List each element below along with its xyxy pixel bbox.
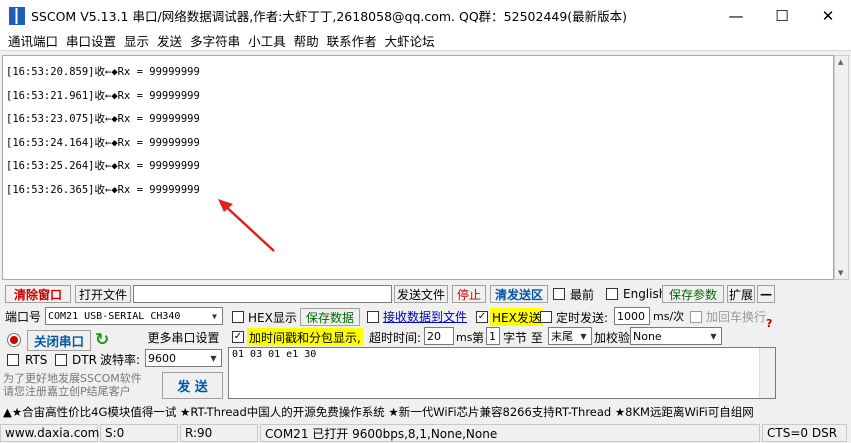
log-line: [16:53:24.164]收←◆Rx = 99999999 xyxy=(6,136,200,149)
timeout-unit: ms xyxy=(456,330,473,344)
close-port-button[interactable]: 关闭串口 xyxy=(27,330,91,351)
byte-mid-label: 字节 至 xyxy=(503,330,543,345)
output-scrollbar[interactable]: ▲ ▼ xyxy=(834,55,849,280)
recv-to-file-label[interactable]: 接收数据到文件 xyxy=(383,307,467,325)
send-text: 01 03 01 e1 30 xyxy=(232,349,317,360)
help-icon[interactable]: ? xyxy=(766,314,772,332)
menu-contact-author[interactable]: 联系作者 xyxy=(323,31,381,50)
dtr-label: DTR xyxy=(72,353,97,367)
ad-marquee[interactable]: ▲★合宙高性价比4G模块值得一试 ★RT-Thread中国人的开源免费操作系统 … xyxy=(0,403,851,421)
hex-display-label: HEX显示 xyxy=(248,310,297,325)
byte-index-input[interactable]: 1 xyxy=(486,327,500,345)
timestamp-label: 加时间戳和分包显示, xyxy=(247,328,363,346)
byte-prefix: 第 xyxy=(472,330,485,345)
app-icon xyxy=(9,6,25,25)
open-file-button[interactable]: 打开文件 xyxy=(75,285,131,303)
log-line: [16:53:25.264]收←◆Rx = 99999999 xyxy=(6,160,200,173)
checksum-label: 加校验 xyxy=(594,330,631,345)
annotation-arrow-icon xyxy=(218,199,275,252)
refresh-icon[interactable]: ↻ xyxy=(95,330,113,350)
port-value: COM21 USB-SERIAL CH340 xyxy=(48,310,181,322)
status-bar: www.daxia.com S:0 R:90 COM21 已打开 9600bps… xyxy=(0,423,851,443)
save-data-button[interactable]: 保存数据 xyxy=(300,308,360,326)
minimize-button[interactable]: — xyxy=(713,0,759,31)
add-crlf-checkbox[interactable] xyxy=(690,311,702,323)
recv-to-file-checkbox[interactable] xyxy=(367,311,379,323)
send-textarea[interactable]: 01 03 01 e1 30 xyxy=(228,347,776,399)
scroll-up-icon[interactable]: ▲ xyxy=(838,58,843,66)
log-line: [16:53:26.365]收←◆Rx = 99999999 xyxy=(6,183,200,196)
rts-checkbox[interactable] xyxy=(7,354,19,366)
timed-send-checkbox[interactable] xyxy=(540,311,552,323)
timeout-input[interactable]: 20 xyxy=(424,327,454,345)
chevron-down-icon[interactable]: ▼ xyxy=(707,329,720,343)
receive-output[interactable]: [16:53:20.859]收←◆Rx = 99999999 [16:53:21… xyxy=(2,55,834,280)
menu-help[interactable]: 帮助 xyxy=(290,31,323,50)
scroll-down-icon[interactable]: ▼ xyxy=(838,269,843,277)
log-line: [16:53:23.075]收←◆Rx = 99999999 xyxy=(6,113,200,126)
hex-send-checkbox[interactable]: ✓ xyxy=(476,311,488,323)
menu-send[interactable]: 发送 xyxy=(153,31,186,50)
maximize-button[interactable]: ☐ xyxy=(759,0,805,31)
window-controls: — ☐ ✕ xyxy=(713,0,851,31)
english-label: English xyxy=(623,287,667,301)
timed-send-label: 定时发送: xyxy=(556,310,609,325)
expand-button[interactable]: 扩展 xyxy=(727,285,755,303)
chevron-down-icon[interactable]: ▼ xyxy=(577,329,590,343)
menu-display[interactable]: 显示 xyxy=(120,31,153,50)
chevron-down-icon[interactable]: ▼ xyxy=(208,309,221,323)
status-port: COM21 已打开 9600bps,8,1,None,None xyxy=(260,424,760,442)
topmost-checkbox[interactable] xyxy=(553,288,565,300)
interval-unit: ms/次 xyxy=(653,310,685,323)
clear-send-button[interactable]: 清发送区 xyxy=(490,285,548,303)
menu-tools[interactable]: 小工具 xyxy=(244,31,290,50)
send-scrollbar[interactable] xyxy=(759,348,775,398)
status-site[interactable]: www.daxia.com xyxy=(0,424,99,442)
dtr-checkbox[interactable] xyxy=(55,354,67,366)
menu-forum[interactable]: 大虾论坛 xyxy=(381,31,439,50)
window-title: SSCOM V5.13.1 串口/网络数据调试器,作者:大虾丁丁,2618058… xyxy=(31,9,628,24)
more-settings-button[interactable]: 更多串口设置 xyxy=(145,328,222,346)
menu-bar: 通讯端口 串口设置 显示 发送 多字符串 小工具 帮助 联系作者 大虾论坛 xyxy=(0,31,851,51)
close-button[interactable]: ✕ xyxy=(805,0,851,31)
log-line: [16:53:20.859]收←◆Rx = 99999999 xyxy=(6,66,200,78)
menu-multi-string[interactable]: 多字符串 xyxy=(186,31,244,50)
save-params-button[interactable]: 保存参数 xyxy=(662,285,724,303)
port-select[interactable]: COM21 USB-SERIAL CH340 ▼ xyxy=(45,307,223,325)
checksum-select[interactable]: None ▼ xyxy=(630,327,722,345)
status-received: R:90 xyxy=(180,424,258,442)
status-sent: S:0 xyxy=(100,424,178,442)
interval-input[interactable]: 1000 xyxy=(614,307,650,325)
clear-window-button[interactable]: 清除窗口 xyxy=(5,285,71,303)
send-button[interactable]: 发 送 xyxy=(162,372,223,399)
timeout-label: 超时时间: xyxy=(369,330,422,345)
title-bar: SSCOM V5.13.1 串口/网络数据调试器,作者:大虾丁丁,2618058… xyxy=(0,0,851,31)
file-path-input[interactable] xyxy=(133,285,392,303)
collapse-button[interactable]: — xyxy=(757,285,775,303)
menu-serial-settings[interactable]: 串口设置 xyxy=(62,31,120,50)
baud-label: 波特率: xyxy=(100,352,141,367)
add-crlf-label: 加回车换行 xyxy=(706,309,767,324)
checksum-value: None xyxy=(633,329,662,343)
send-file-button[interactable]: 发送文件 xyxy=(394,285,448,303)
port-label: 端口号 xyxy=(5,309,42,324)
status-lines: CTS=0 DSR xyxy=(762,424,847,442)
english-checkbox[interactable] xyxy=(606,288,618,300)
stop-button[interactable]: 停止 xyxy=(452,285,486,303)
baud-select[interactable]: 9600 ▼ xyxy=(145,349,222,367)
port-status-icon xyxy=(7,333,21,347)
baud-value: 9600 xyxy=(148,351,176,365)
rts-label: RTS xyxy=(25,353,48,367)
hex-display-checkbox[interactable] xyxy=(232,311,244,323)
hex-send-label: HEX发送 xyxy=(490,308,543,326)
topmost-label: 最前 xyxy=(570,287,595,302)
menu-comm-port[interactable]: 通讯端口 xyxy=(4,31,62,50)
byte-end-select[interactable]: 末尾 ▼ xyxy=(548,327,592,345)
chevron-down-icon[interactable]: ▼ xyxy=(207,351,220,365)
timestamp-checkbox[interactable]: ✓ xyxy=(232,331,244,343)
promo-text[interactable]: 为了更好地发展SSCOM软件 请您注册嘉立创P结尾客户 xyxy=(3,372,161,398)
log-line: [16:53:21.961]收←◆Rx = 99999999 xyxy=(6,89,200,102)
byte-end-value: 末尾 xyxy=(551,330,573,343)
